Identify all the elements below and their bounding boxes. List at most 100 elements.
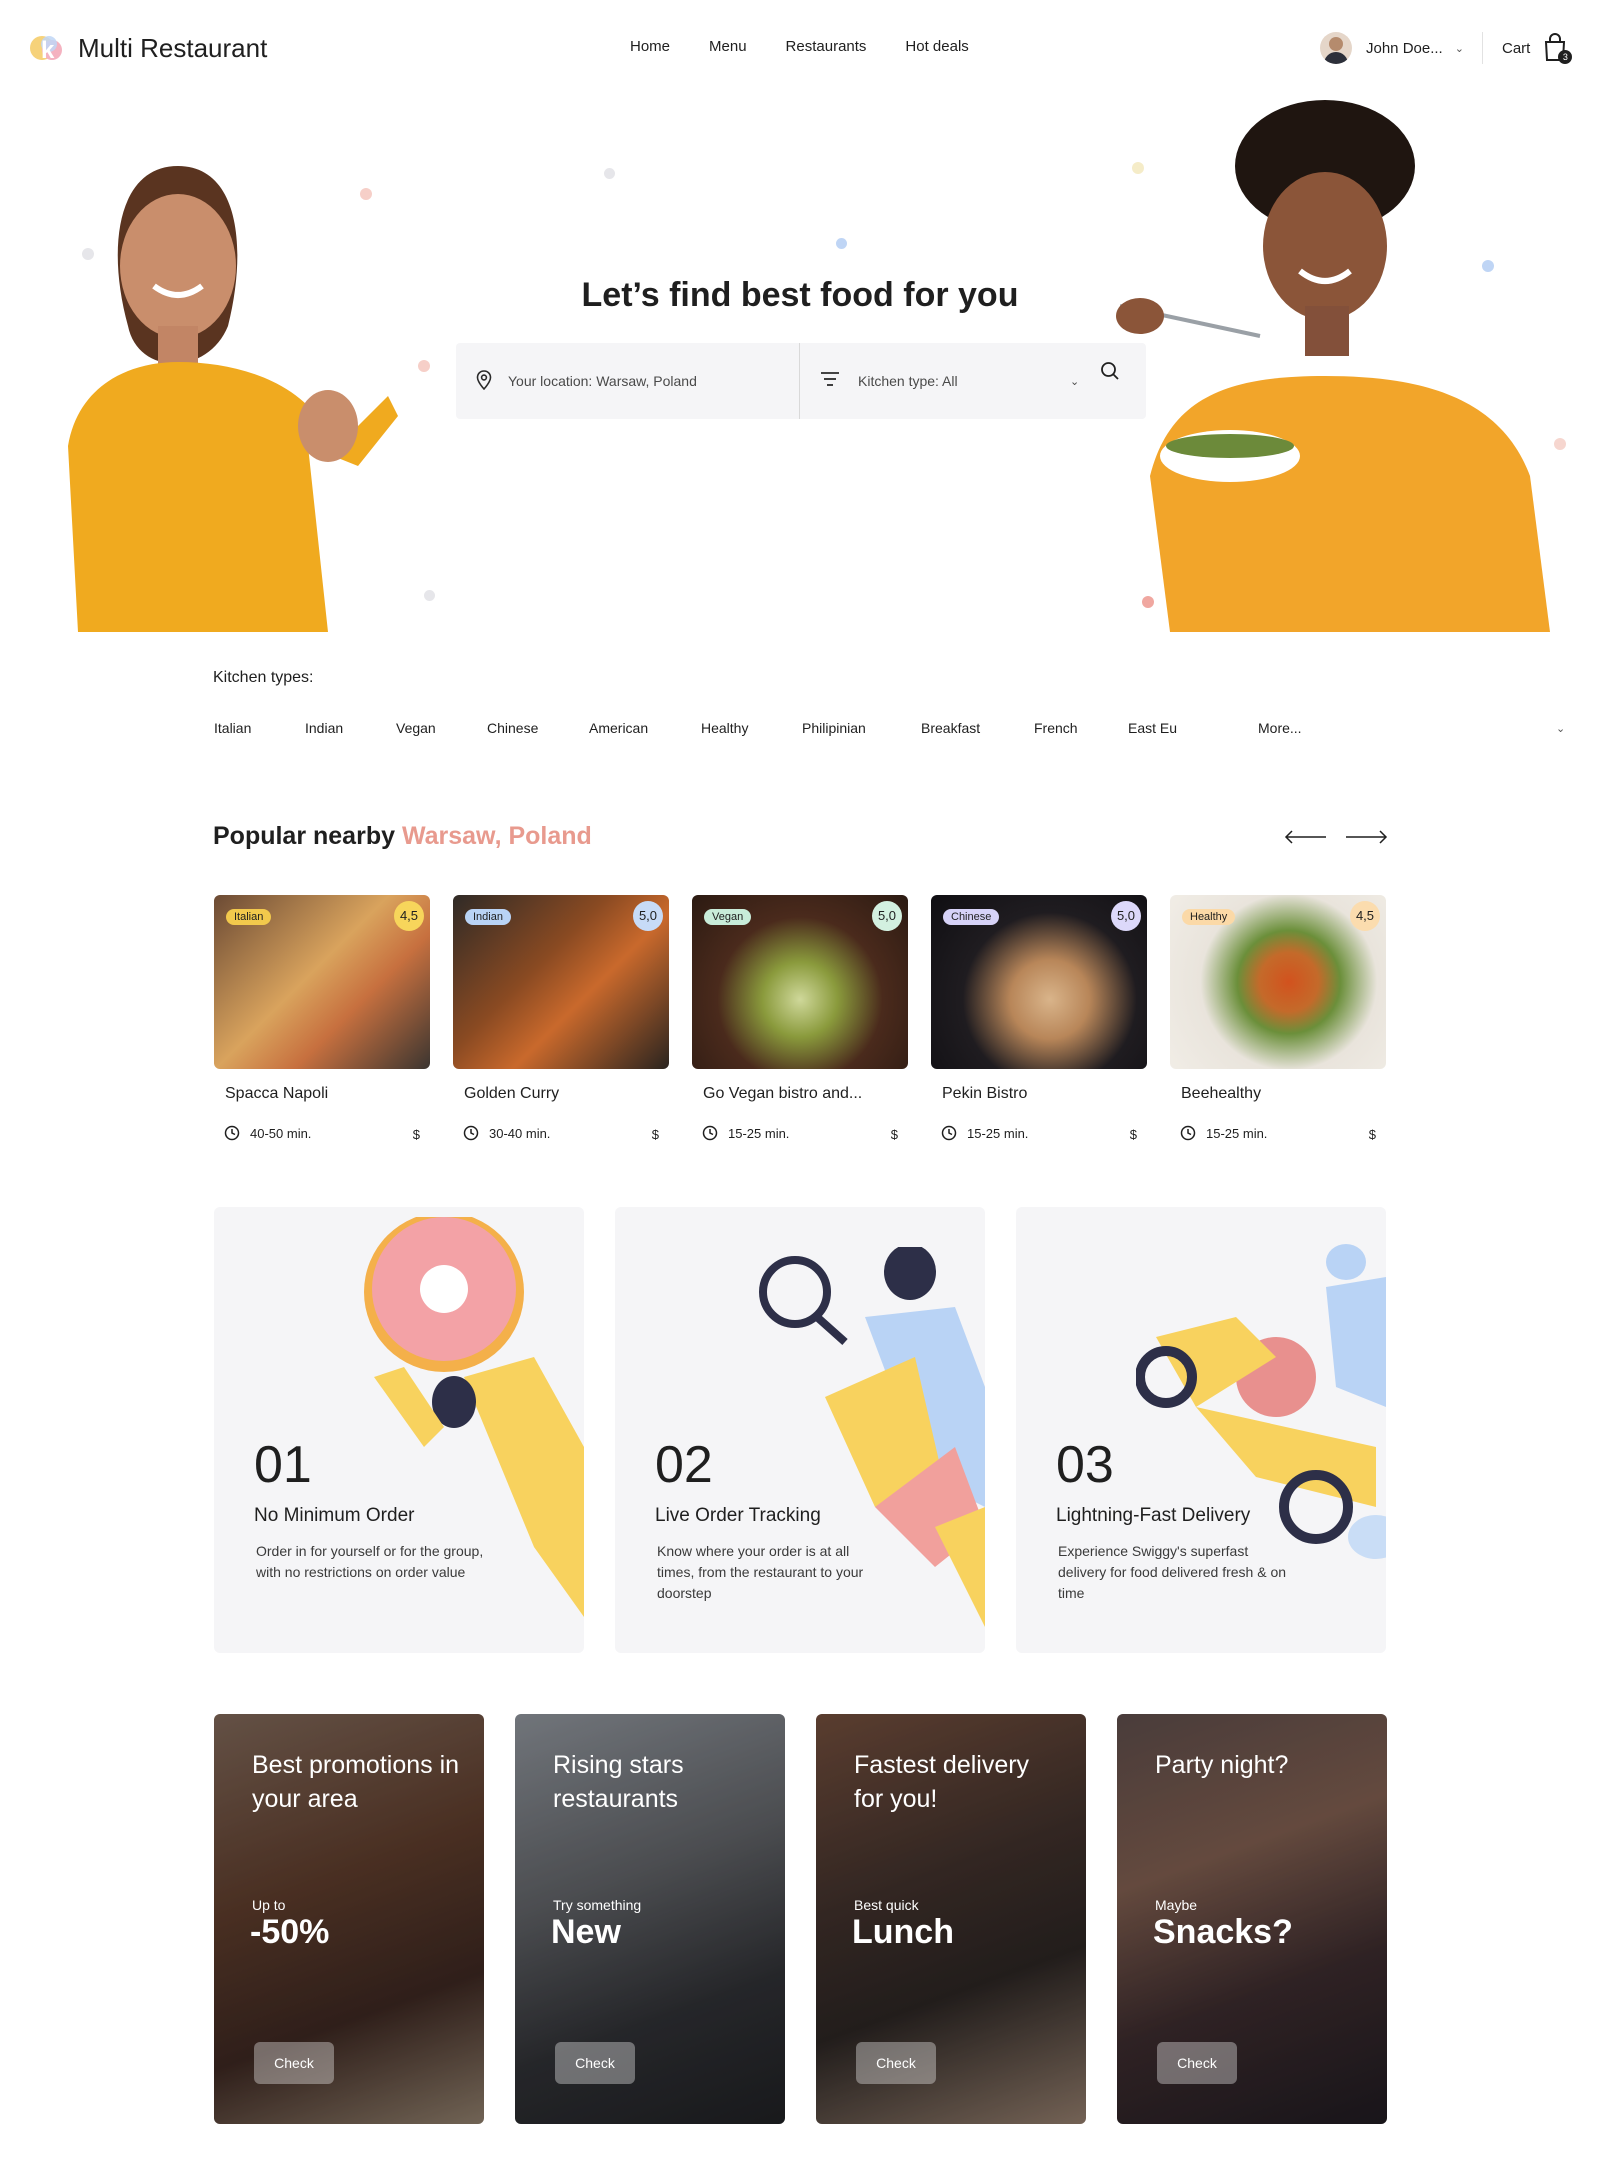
kitchen-item-east-eu[interactable]: East Eu [1128,720,1177,736]
kitchen-item-breakfast[interactable]: Breakfast [921,720,980,736]
nav-restaurants[interactable]: Restaurants [786,38,867,55]
promo-card[interactable]: Fastest delivery for you! Best quick Lun… [816,1714,1086,2124]
header-divider [1482,32,1483,64]
clock-icon [1180,1125,1196,1141]
promo-highlight: -50% [250,1913,330,1951]
kitchen-tag: Healthy [1182,909,1236,925]
chevron-down-icon: ⌄ [1070,375,1080,388]
restaurant-image: Healthy 4,5 [1170,895,1386,1069]
kitchen-item-more[interactable]: More... [1258,720,1302,736]
popular-title-text: Popular nearby [213,822,395,850]
delivery-time-value: 15-25 min. [967,1125,1029,1141]
kitchen-type-select[interactable]: Kitchen type: All ⌄ [800,361,1146,392]
restaurant-image: Vegan 5,0 [692,895,908,1069]
user-menu[interactable]: John Doe... ⌄ [1320,32,1464,64]
feature-card: 02 Live Order Tracking Know where your o… [615,1207,985,1653]
kitchen-types-list: Italian Indian Vegan Chinese American He… [214,720,1565,744]
feature-title: Lightning-Fast Delivery [1056,1505,1251,1526]
rating-badge: 5,0 [633,901,663,931]
price-level: $ [1368,1127,1376,1142]
popular-location[interactable]: Warsaw, Poland [402,822,592,850]
restaurant-card[interactable]: Vegan 5,0 Go Vegan bistro and... 15-25 m… [692,895,908,1142]
delivery-time-value: 40-50 min. [250,1125,312,1141]
main-nav: Home Menu Restaurants Hot deals [630,38,1008,55]
search-icon[interactable] [1100,361,1120,386]
kitchen-item-chinese[interactable]: Chinese [487,720,538,736]
delivery-time: 40-50 min. [224,1125,311,1141]
check-button[interactable]: Check [254,2042,334,2084]
delivery-time-value: 15-25 min. [1206,1125,1268,1141]
rating-badge: 4,5 [394,901,424,931]
kitchen-types-title: Kitchen types: [213,669,314,686]
price-level: $ [890,1127,898,1142]
check-button[interactable]: Check [1157,2042,1237,2084]
feature-card: 01 No Minimum Order Order in for yoursel… [214,1207,584,1653]
restaurant-card[interactable]: Chinese 5,0 Pekin Bistro 15-25 min. $ [931,895,1147,1142]
feature-card: 03 Lightning-Fast Delivery Experience Sw… [1016,1207,1386,1653]
restaurant-name: Pekin Bistro [942,1085,1028,1102]
promo-subtitle: Up to [252,1897,286,1913]
clock-icon [941,1125,957,1141]
kitchen-item-american[interactable]: American [589,720,648,736]
delivery-time: 30-40 min. [463,1125,550,1141]
promo-subtitle: Best quick [854,1897,919,1913]
feature-description: Experience Swiggy's superfast delivery f… [1058,1543,1287,1601]
kitchen-tag: Italian [226,909,272,925]
price-level: $ [1129,1127,1137,1142]
restaurant-name: Beehealthy [1181,1085,1262,1102]
kitchen-item-philipinian[interactable]: Philipinian [802,720,866,736]
nav-hot-deals[interactable]: Hot deals [905,38,968,55]
hero-woman-right-image [1110,96,1560,632]
restaurant-image: Chinese 5,0 [931,895,1147,1069]
feature-title: Live Order Tracking [655,1505,821,1526]
restaurant-card[interactable]: Healthy 4,5 Beehealthy 15-25 min. $ [1170,895,1386,1142]
delivery-time: 15-25 min. [1180,1125,1267,1141]
promo-card[interactable]: Party night? Maybe Snacks? Check [1117,1714,1387,2124]
location-field[interactable]: Your location: Warsaw, Poland [456,343,800,419]
kitchen-item-italian[interactable]: Italian [214,720,251,736]
chevron-down-icon: ⌄ [1454,42,1464,55]
chevron-down-icon[interactable]: ⌄ [1556,722,1565,735]
delivery-time: 15-25 min. [702,1125,789,1141]
restaurant-card[interactable]: Indian 5,0 Golden Curry 30-40 min. $ [453,895,669,1142]
restaurant-card[interactable]: Italian 4,5 Spacca Napoli 40-50 min. $ [214,895,430,1142]
check-button[interactable]: Check [555,2042,635,2084]
promo-card[interactable]: Rising stars restaurants Try something N… [515,1714,785,2124]
cart-label: Cart [1502,39,1531,57]
cart-button[interactable]: Cart 3 [1502,32,1573,64]
kitchen-type-value: Kitchen type: All [858,373,958,389]
promo-highlight: Lunch [852,1913,954,1951]
check-button[interactable]: Check [856,2042,936,2084]
nav-menu[interactable]: Menu [709,38,747,55]
promo-title: Fastest delivery for you! [854,1751,1030,1813]
feature-number: 03 [1056,1436,1114,1494]
kitchen-item-vegan[interactable]: Vegan [396,720,436,736]
promo-title: Party night? [1155,1751,1289,1779]
hero-section: Let’s find best food for you Your locati… [0,96,1600,632]
kitchen-item-french[interactable]: French [1034,720,1078,736]
kitchen-tag: Vegan [704,909,752,925]
promo-card[interactable]: Best promotions in your area Up to -50% … [214,1714,484,2124]
site-header: k Multi Restaurant Home Menu Restaurants… [0,0,1600,96]
cart-count-badge: 3 [1558,50,1573,64]
clock-icon [702,1125,718,1141]
location-pin-icon [476,369,492,393]
hero-woman-left-image [58,126,418,632]
promo-title: Rising stars restaurants [553,1751,684,1813]
promo-subtitle: Try something [553,1897,642,1913]
arrow-left-icon[interactable] [1284,830,1328,844]
restaurant-name: Spacca Napoli [225,1085,329,1102]
kitchen-item-healthy[interactable]: Healthy [701,720,748,736]
logo[interactable]: k Multi Restaurant [28,28,267,68]
delivery-time-value: 15-25 min. [728,1125,790,1141]
filter-icon [820,371,840,392]
arrow-right-icon[interactable] [1344,830,1388,844]
nav-home[interactable]: Home [630,38,670,55]
kitchen-item-indian[interactable]: Indian [305,720,343,736]
price-level: $ [651,1127,659,1142]
search-bar: Your location: Warsaw, Poland Kitchen ty… [456,343,1146,419]
rating-badge: 4,5 [1350,901,1380,931]
location-value: Your location: Warsaw, Poland [508,373,697,389]
kitchen-tag: Indian [465,909,511,925]
clock-icon [463,1125,479,1141]
